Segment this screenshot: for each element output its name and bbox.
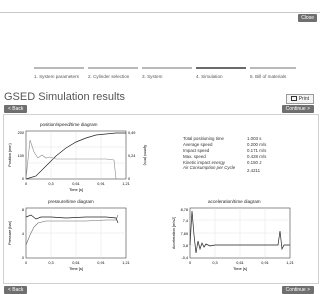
x-tick: 0 [189, 261, 191, 265]
y-tick-right: 0,24 [128, 154, 135, 158]
result-value: 2.4211 [247, 168, 261, 173]
step-label: 1. System parameters [34, 74, 79, 79]
y-tick: 7,4 [183, 219, 188, 223]
back-button-top[interactable]: < Back [4, 105, 28, 113]
step-bar [88, 67, 138, 69]
step-progress: 1. System parameters 2. Cylinder selecti… [34, 67, 296, 80]
step-simulation[interactable]: 4. Simulation [196, 67, 246, 80]
result-label: Total positioning time [183, 136, 225, 141]
x-axis-label: Time [s] [69, 187, 83, 192]
y-axis-label: Acceleration [m/s2] [172, 217, 176, 249]
top-divider [0, 12, 320, 13]
x-tick: 0,91 [261, 261, 268, 265]
continue-button-bottom[interactable]: Continue > [281, 286, 314, 294]
x-tick: 0,3 [48, 261, 53, 265]
y-tick: 7,69 [181, 232, 188, 236]
x-tick: 1,21 [286, 261, 293, 265]
x-tick: 0 [25, 261, 27, 265]
step-label: 3. System [142, 74, 163, 79]
x-tick: 0,61 [72, 261, 79, 265]
result-label: Max. speed [183, 154, 206, 159]
print-button[interactable]: Print [285, 94, 314, 104]
pressure-chart: 8 4 0 0 0,3 0,61 0,91 1,21 Time [s] Pres… [8, 207, 130, 271]
back-button-bottom[interactable]: < Back [4, 286, 28, 294]
step-system-parameters[interactable]: 1. System parameters [34, 67, 84, 80]
result-row: Air Consumption per Cycle 2.4211 [183, 165, 273, 176]
result-value: 1.003 s [247, 136, 262, 141]
x-tick: 0,61 [72, 182, 79, 186]
continue-button-top[interactable]: Continue > [281, 105, 314, 113]
step-bar [142, 67, 192, 69]
position-chart: 200 100 0 0,49 0,24 0 0 0,3 0,61 0,91 1,… [8, 130, 147, 192]
step-system[interactable]: 3. System [142, 67, 192, 80]
y-tick: 200 [18, 131, 24, 135]
page-title: GSED Simulation results [4, 91, 126, 103]
result-label: Air Consumption per Cycle [183, 165, 236, 170]
result-value: 0.428 m/s [247, 154, 267, 159]
acceleration-chart: 8,78 7,4 7,69 3,8 -0,4 0 0,3 0,61 0,91 1… [172, 207, 294, 271]
x-tick: 0,91 [97, 182, 104, 186]
x-tick: 0,61 [236, 261, 243, 265]
result-label: Average speed [183, 142, 213, 147]
x-tick: 0 [25, 182, 27, 186]
step-label: 5. Bill of materials [250, 74, 287, 79]
result-value: 0.171 m/s [247, 148, 267, 153]
y-tick-right: 0 [128, 177, 130, 181]
y-tick: 100 [18, 154, 24, 158]
simulation-results: Total positioning time 1.003 s Average sp… [183, 136, 273, 176]
result-value: 0.200 m/s [247, 142, 267, 147]
result-label: Impact speed [183, 148, 210, 153]
x-tick: 0,91 [97, 261, 104, 265]
step-label: 2. Cylinder selection [88, 74, 130, 79]
position-chart-title: position/speed/time diagram [40, 122, 98, 127]
x-tick: 1,21 [122, 261, 129, 265]
step-bar [250, 67, 296, 69]
y-tick: 4 [22, 232, 24, 236]
x-axis-label: Time [s] [233, 266, 247, 271]
x-axis-label: Time [s] [69, 266, 83, 271]
step-cylinder-selection[interactable]: 2. Cylinder selection [88, 67, 138, 80]
y-axis-label: Pressure [bar] [8, 221, 12, 245]
y-tick: 0 [22, 256, 24, 260]
x-tick: 0,3 [212, 261, 217, 265]
x-tick: 0,3 [48, 182, 53, 186]
step-bill-of-materials[interactable]: 5. Bill of materials [250, 67, 296, 80]
y-tick: -0,4 [181, 256, 188, 260]
print-label: Print [298, 96, 309, 102]
x-tick: 1,21 [122, 182, 129, 186]
close-button[interactable]: Close [298, 14, 317, 22]
y-axis-label: Position (mm) [8, 143, 12, 167]
y-tick: 3,8 [183, 244, 188, 248]
step-bar [34, 67, 84, 69]
y-tick: 8,78 [181, 208, 188, 212]
printer-icon [290, 96, 297, 102]
result-value: 0.150 J [247, 160, 262, 165]
step-label: 4. Simulation [196, 74, 223, 79]
pressure-chart-title: pressure/time diagram [48, 199, 94, 204]
y-tick: 0 [22, 177, 24, 181]
acceleration-chart-title: acceleration/time diagram [208, 199, 261, 204]
y-tick-right: 0,49 [128, 131, 135, 135]
y-axis-label-right: Speed (m/s) [143, 145, 147, 166]
step-bar-active [196, 67, 246, 69]
y-tick: 8 [22, 208, 24, 212]
